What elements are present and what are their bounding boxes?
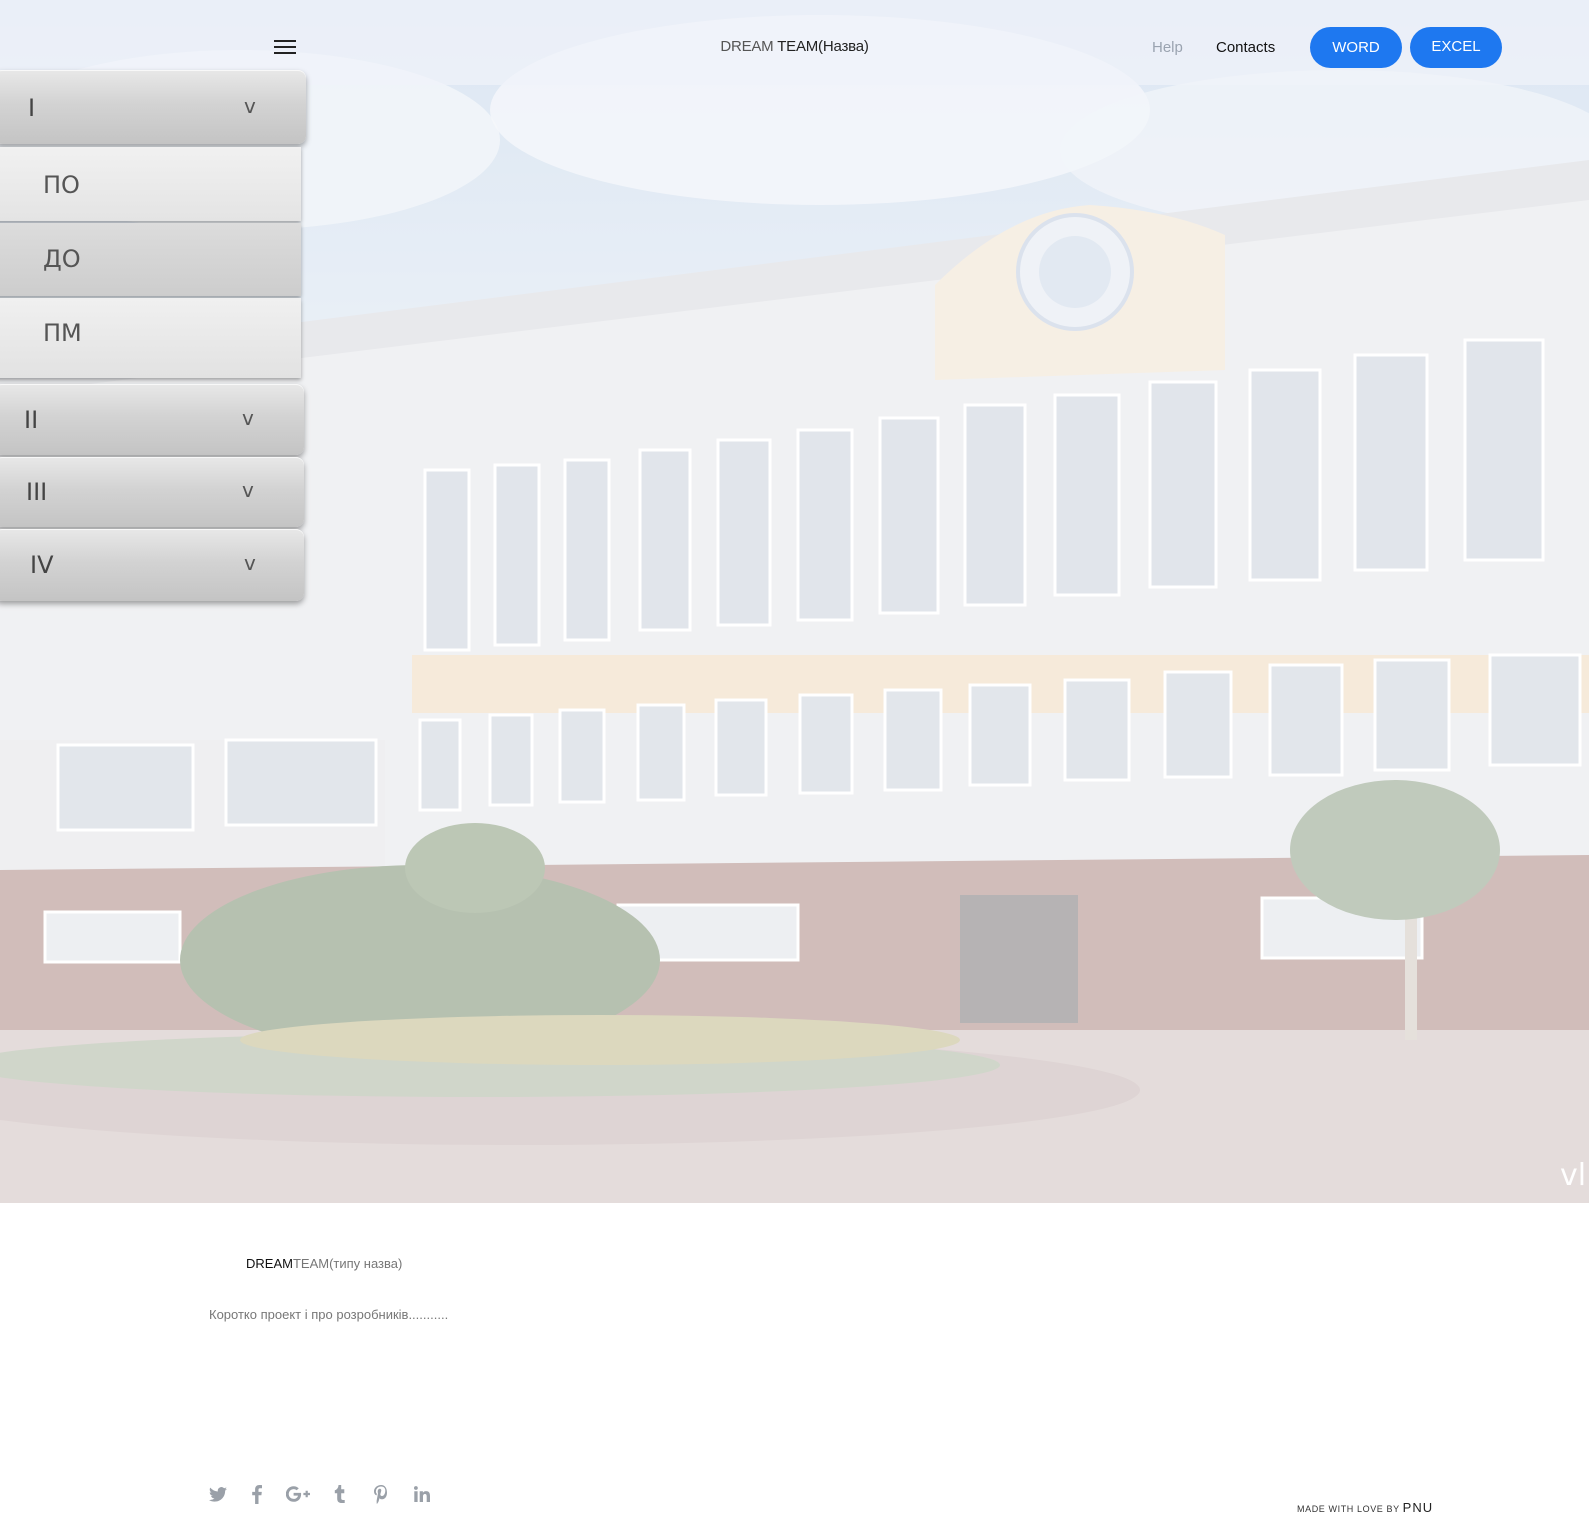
chevron-down-icon[interactable]: v <box>242 406 254 430</box>
pinterest-icon[interactable] <box>372 1483 390 1505</box>
pnu-link[interactable]: PNU <box>1403 1500 1433 1515</box>
accordion-section-iii[interactable]: III v <box>0 457 304 527</box>
accordion-item-pm[interactable]: ПМ <box>0 298 301 378</box>
accordion-item-do[interactable]: ДО <box>0 223 301 296</box>
accordion-section-label: III <box>26 478 48 506</box>
accordion-section-iv[interactable]: IV v <box>0 529 304 601</box>
brand-title-part2: TEAM(Назва) <box>777 38 869 55</box>
twitter-icon[interactable] <box>207 1483 229 1505</box>
accordion-item-po[interactable]: ПО <box>0 147 301 221</box>
accordion-section-label: II <box>24 406 39 434</box>
accordion-item-label: ПМ <box>43 319 82 347</box>
excel-export-button[interactable]: EXCEL <box>1410 27 1502 68</box>
chevron-down-icon[interactable]: v <box>242 478 254 502</box>
tumblr-icon[interactable] <box>332 1483 346 1505</box>
about-title-part2: TEAM(типу назва) <box>292 1256 403 1271</box>
google-plus-icon[interactable] <box>285 1483 311 1505</box>
about-title-part1: DREAM <box>246 1256 293 1271</box>
facebook-icon[interactable] <box>250 1483 264 1505</box>
accordion-item-label: ПО <box>43 171 80 199</box>
chevron-down-icon[interactable]: v <box>244 94 256 118</box>
nav-link-help[interactable]: Help <box>1152 39 1183 56</box>
nav-link-contacts[interactable]: Contacts <box>1216 39 1275 56</box>
about-description: Коротко проект і про розробників........… <box>209 1307 449 1322</box>
accordion-section-label: I <box>28 94 36 122</box>
accordion-section-ii[interactable]: II v <box>0 384 304 455</box>
brand-title-part1: DREAM <box>720 38 778 55</box>
word-export-button[interactable]: WORD <box>1310 27 1402 68</box>
made-with-text: MADE WITH LOVE BY <box>1297 1504 1400 1514</box>
made-with-love-credit: MADE WITH LOVE BY PNU <box>1297 1500 1433 1515</box>
accordion-section-i[interactable]: I v <box>0 70 306 144</box>
chevron-down-icon[interactable]: v <box>244 551 256 575</box>
accordion-section-label: IV <box>30 551 54 579</box>
about-title: DREAMTEAM(типу назва) <box>246 1256 402 1271</box>
linkedin-icon[interactable] <box>413 1483 431 1505</box>
accordion-item-label: ДО <box>43 245 81 273</box>
